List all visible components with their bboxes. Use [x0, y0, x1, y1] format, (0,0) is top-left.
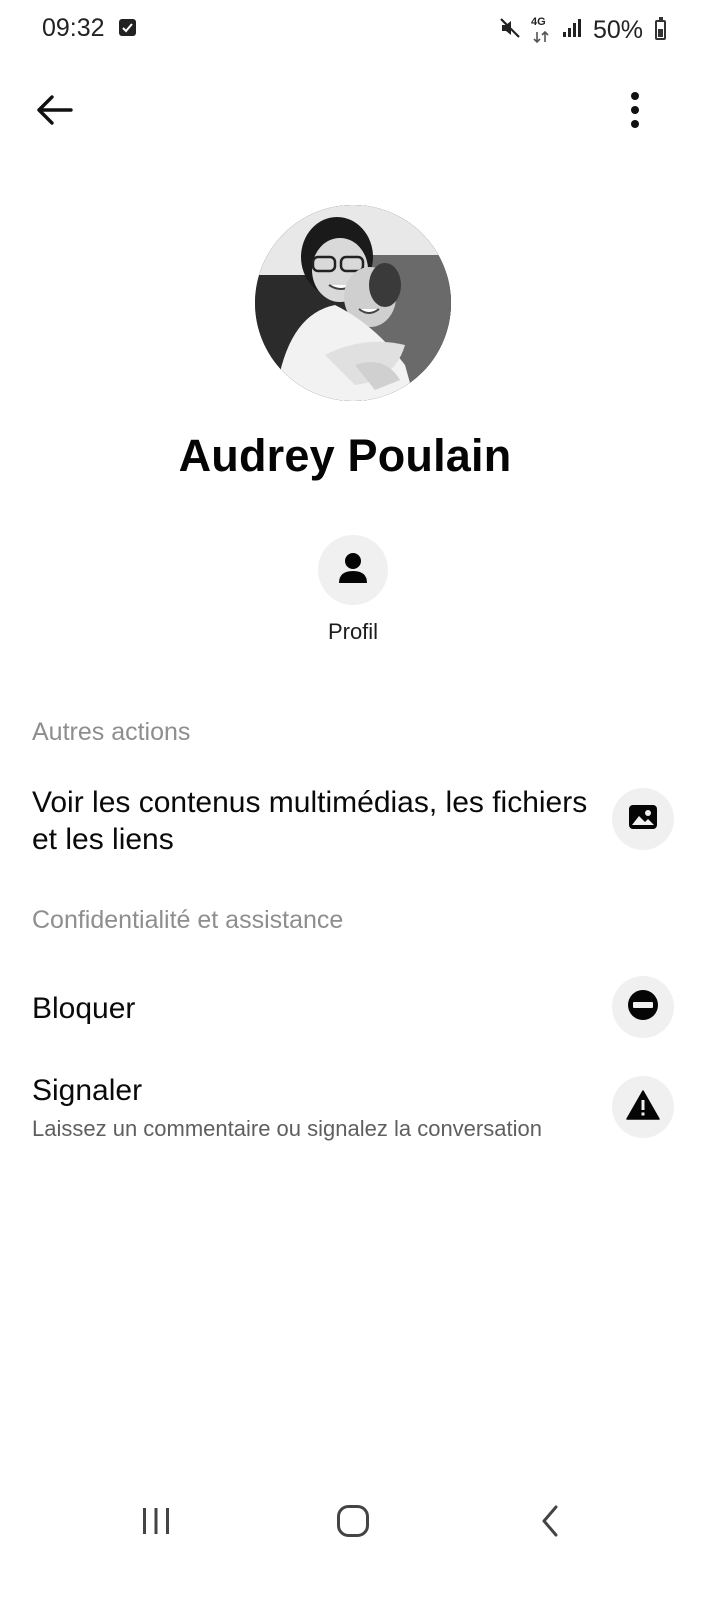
arrow-left-icon: [34, 93, 74, 132]
block-icon: [627, 989, 659, 1026]
battery-icon: [655, 17, 666, 40]
warning-icon: [626, 1089, 660, 1125]
media-row-icon-circle: [612, 788, 674, 850]
mute-icon: [499, 17, 521, 44]
section-heading-other-actions: Autres actions: [32, 718, 191, 746]
profile-button[interactable]: Profil: [300, 535, 406, 650]
media-files-links-row[interactable]: Voir les contenus multimédias, les fichi…: [0, 780, 720, 864]
status-time: 09:32: [42, 14, 105, 42]
image-icon: [628, 804, 658, 835]
report-row-subtitle: Laissez un commentaire ou signalez la co…: [32, 1116, 542, 1141]
network-type-label: 4G: [530, 16, 546, 28]
avatar-photo: [255, 205, 451, 401]
system-back-button[interactable]: [520, 1498, 580, 1548]
signal-icon: [561, 17, 583, 44]
media-row-title: Voir les contenus multimédias, les fichi…: [32, 786, 588, 856]
block-row[interactable]: Bloquer: [0, 970, 720, 1046]
profile-label: Profil: [327, 619, 379, 644]
report-row-icon-circle: [612, 1076, 674, 1138]
network-type-icon: 4G: [531, 16, 551, 44]
recent-apps-icon: [140, 1506, 172, 1541]
block-row-title: Bloquer: [32, 992, 136, 1025]
block-row-icon-circle: [612, 976, 674, 1038]
contact-avatar[interactable]: [255, 205, 451, 401]
home-icon: [336, 1504, 370, 1543]
person-icon: [338, 552, 368, 589]
status-indicators: 4G 50%: [499, 14, 666, 46]
screen: 09:32 4G 50% Audrey Poulain Profil Autre…: [0, 0, 720, 1600]
home-button[interactable]: [323, 1498, 383, 1548]
report-row[interactable]: Signaler Laissez un commentaire ou signa…: [0, 1066, 720, 1156]
contact-name: Audrey Poulain: [178, 430, 512, 481]
system-nav-bar: [0, 1480, 720, 1570]
recent-apps-button[interactable]: [126, 1498, 186, 1548]
back-button[interactable]: [28, 88, 80, 136]
profile-circle[interactable]: [318, 535, 388, 605]
report-row-title: Signaler: [32, 1074, 143, 1107]
more-vertical-icon: [629, 90, 641, 135]
battery-percent: 50%: [592, 15, 643, 44]
section-heading-privacy: Confidentialité et assistance: [32, 906, 344, 934]
back-chevron-icon: [538, 1504, 562, 1543]
more-options-button[interactable]: [610, 88, 660, 136]
task-check-icon: [119, 19, 136, 36]
status-bar: 09:32 4G 50%: [0, 0, 720, 60]
